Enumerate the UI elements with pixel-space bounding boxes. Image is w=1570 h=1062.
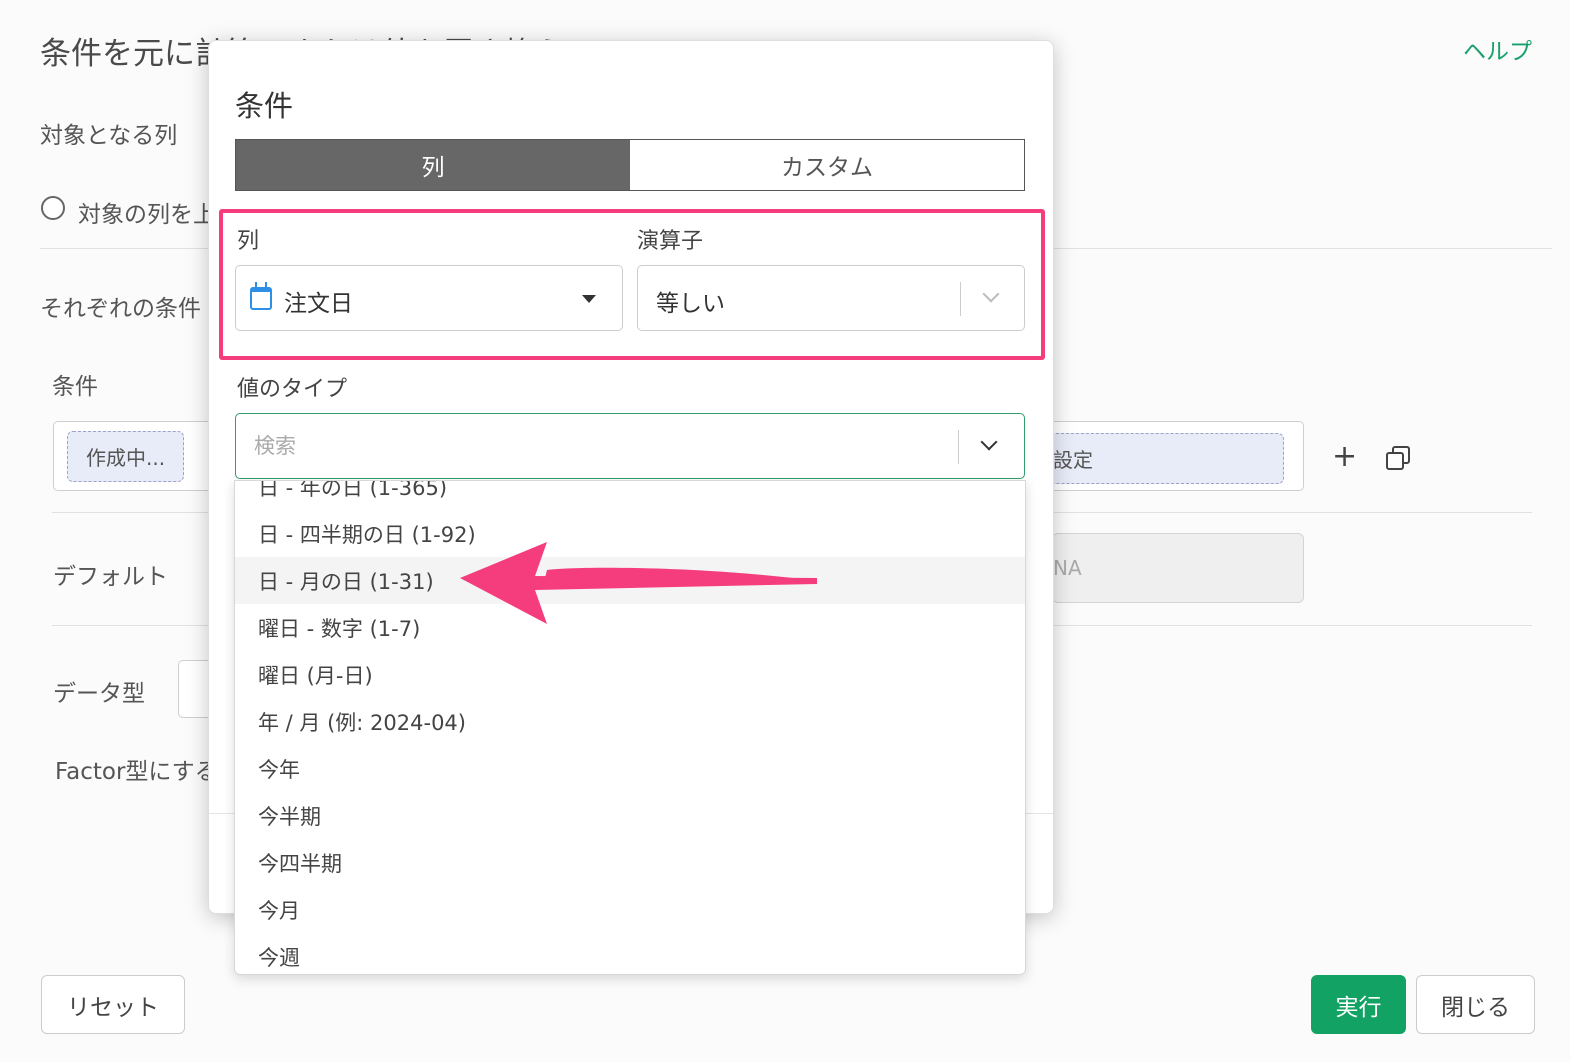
dropdown-option[interactable]: 今四半期 — [235, 839, 1025, 886]
arrow-annotation-icon — [460, 542, 817, 624]
default-value: NA — [1053, 556, 1082, 580]
arrow-shaft-body — [535, 576, 817, 590]
help-link[interactable]: ヘルプ — [1463, 32, 1532, 66]
modal-title: 条件 — [235, 89, 294, 123]
default-label: デフォルト — [53, 564, 168, 590]
condition-label: 条件 — [52, 374, 98, 400]
arrow-head — [460, 542, 547, 624]
dropdown-option[interactable]: 今週 — [235, 933, 1025, 974]
dropdown-option[interactable]: 曜日 (月-日) — [235, 651, 1025, 698]
chevron-down-icon[interactable] — [980, 433, 998, 451]
tab-custom[interactable]: カスタム — [630, 140, 1024, 190]
tab-column[interactable]: 列 — [236, 140, 630, 190]
copy-icon[interactable] — [1386, 446, 1410, 470]
default-value-input[interactable]: NA — [1052, 533, 1304, 603]
factor-label: Factor型にする — [55, 759, 218, 785]
target-column-label: 対象となる列 — [40, 123, 178, 149]
highlight-box — [219, 209, 1045, 360]
select-separator — [958, 430, 959, 464]
each-condition-label: それぞれの条件 — [40, 296, 201, 322]
dropdown-option[interactable]: 今半期 — [235, 792, 1025, 839]
dropdown-option[interactable]: 今年 — [235, 745, 1025, 792]
value-type-label: 値のタイプ — [237, 377, 348, 402]
value-chip[interactable]: 設定 — [1030, 433, 1284, 484]
dropdown-option[interactable]: 日 - 年の日 (1-365) — [235, 481, 1025, 510]
close-button[interactable]: 閉じる — [1416, 975, 1535, 1034]
plus-icon[interactable]: + — [1332, 442, 1357, 472]
dropdown-option[interactable]: 今月 — [235, 886, 1025, 933]
value-type-search[interactable] — [235, 413, 1025, 479]
search-input[interactable] — [254, 430, 934, 462]
condition-chip[interactable]: 作成中... — [67, 431, 185, 482]
reset-button[interactable]: リセット — [41, 975, 185, 1034]
dropdown-option[interactable]: 年 / 月 (例: 2024-04) — [235, 698, 1025, 745]
datatype-label: データ型 — [53, 681, 145, 707]
overwrite-radio[interactable] — [41, 196, 65, 220]
run-button[interactable]: 実行 — [1311, 975, 1406, 1034]
mode-toggle: 列 カスタム — [235, 139, 1025, 191]
